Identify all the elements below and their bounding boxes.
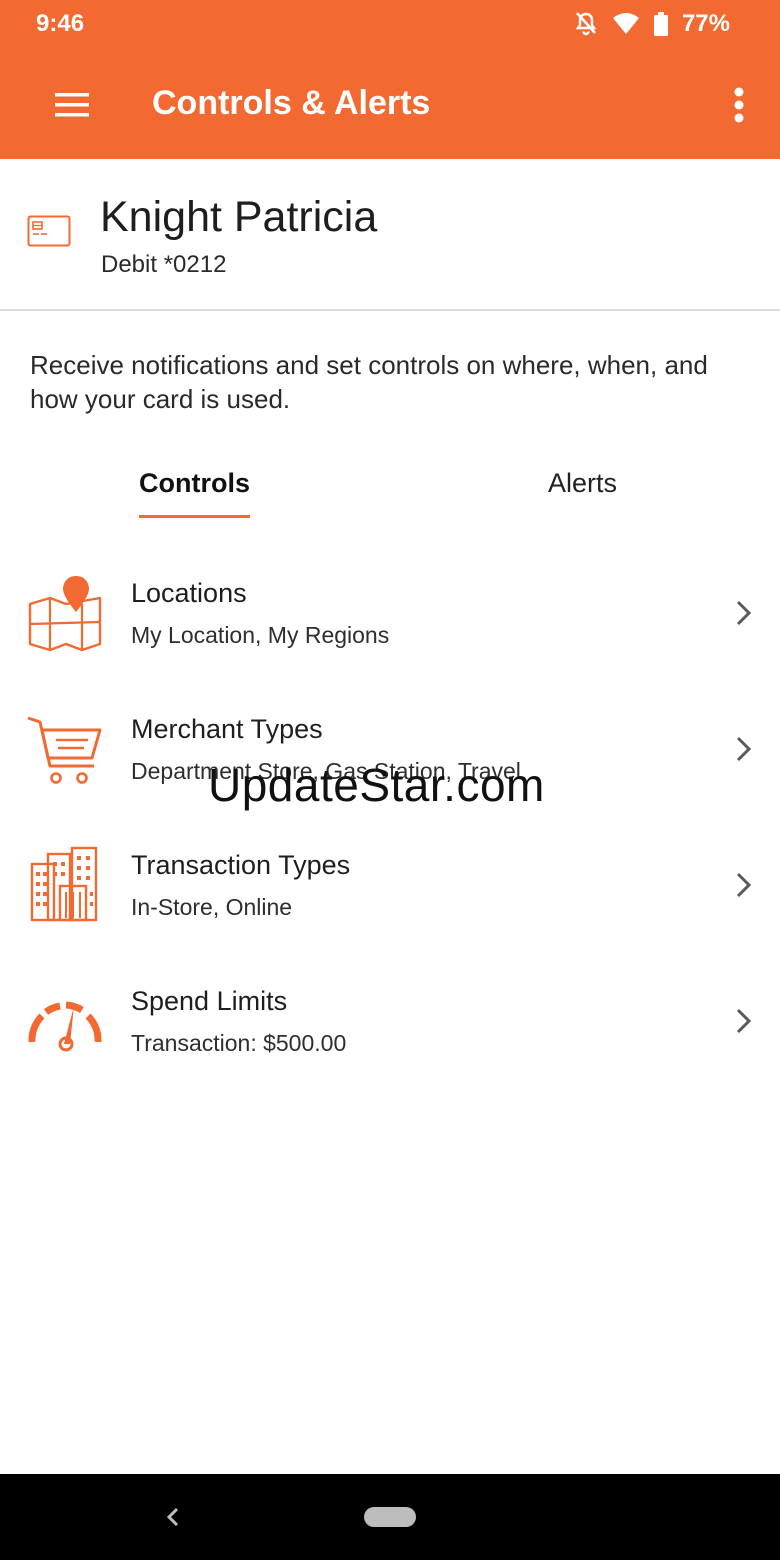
tab-controls[interactable]: Controls [139, 468, 250, 499]
page-title: Controls & Alerts [152, 84, 431, 122]
status-time: 9:46 [36, 10, 85, 37]
system-nav-bar [0, 1474, 780, 1560]
list-item-subtitle: My Location, My Regions [131, 622, 390, 648]
buildings-icon [30, 846, 98, 922]
list-item-spend-limits[interactable]: Spend Limits Transaction: $500.00 [0, 968, 780, 1084]
wifi-icon [612, 13, 639, 34]
description-text: Receive notifications and set controls o… [30, 350, 708, 414]
chevron-right-icon [736, 872, 752, 898]
more-vertical-icon [734, 87, 744, 123]
list-item-subtitle: In-Store, Online [131, 894, 293, 920]
overflow-menu-button[interactable] [724, 80, 754, 130]
status-icons: 77% [574, 10, 730, 38]
chevron-right-icon [736, 1008, 752, 1034]
tab-bar: Controls Alerts [0, 460, 780, 520]
list-item-subtitle: Department Store, Gas Station, Travel [131, 758, 521, 784]
back-arrow-icon[interactable] [160, 1502, 186, 1532]
list-item-merchant-types[interactable]: Merchant Types Department Store, Gas Sta… [0, 696, 780, 812]
chevron-right-icon [736, 600, 752, 626]
list-item-title: Merchant Types [131, 714, 323, 744]
list-item-subtitle: Transaction: $500.00 [131, 1030, 347, 1056]
list-item-title: Locations [131, 578, 247, 608]
card-header: Knight Patricia Debit *0212 [0, 159, 780, 311]
home-pill-button[interactable] [364, 1507, 416, 1527]
gauge-icon [28, 1001, 102, 1052]
list-item-title: Transaction Types [131, 850, 351, 880]
chevron-right-icon [736, 736, 752, 762]
battery-percent: 77% [681, 10, 730, 37]
card-type-number: Debit *0212 [101, 251, 227, 278]
menu-button[interactable] [46, 82, 98, 128]
map-pin-icon [28, 576, 102, 652]
list-item-title: Spend Limits [131, 986, 288, 1016]
app-bar: 9:46 77% Controls & Alerts [0, 0, 780, 159]
shopping-cart-icon [27, 716, 102, 784]
battery-icon [653, 12, 668, 36]
list-item-locations[interactable]: Locations My Location, My Regions [0, 560, 780, 676]
tab-alerts[interactable]: Alerts [548, 468, 617, 499]
list-item-transaction-types[interactable]: Transaction Types In-Store, Online [0, 832, 780, 948]
notifications-off-icon [575, 12, 597, 36]
tab-selected-indicator [139, 515, 250, 518]
cardholder-name: Knight Patricia [100, 193, 378, 241]
credit-card-icon [27, 215, 71, 247]
hamburger-menu-icon [55, 93, 89, 117]
